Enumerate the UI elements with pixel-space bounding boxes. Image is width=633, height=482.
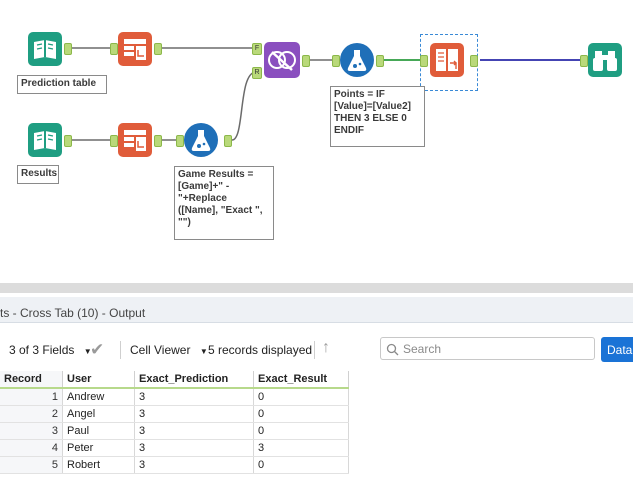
record-cell: 1	[0, 388, 63, 406]
table-header-row: Record User Exact_Prediction Exact_Resul…	[0, 371, 349, 389]
toolbar-separator	[314, 341, 315, 359]
output-anchor[interactable]	[154, 135, 162, 147]
records-displayed: 5 records displayed	[208, 343, 313, 357]
output-anchor[interactable]	[302, 55, 310, 67]
data-button[interactable]: Data	[601, 337, 633, 362]
input-data-tool-prediction[interactable]	[28, 32, 62, 66]
search-input[interactable]: Search	[380, 337, 595, 360]
column-header-exact-prediction[interactable]: Exact_Prediction	[134, 371, 254, 389]
join-right-anchor[interactable]: R	[252, 67, 262, 79]
cell-viewer-selector[interactable]: Cell Viewer ▼	[130, 343, 208, 357]
input-anchor[interactable]	[110, 135, 118, 147]
workflow-canvas[interactable]: F R Prediction table Results Game Result…	[0, 0, 633, 283]
output-anchor[interactable]	[470, 55, 478, 67]
formula-tool-2[interactable]	[340, 43, 374, 77]
results-title-text: ts - Cross Tab (10) - Output	[0, 306, 146, 320]
results-window-title: ts - Cross Tab (10) - Output	[0, 297, 633, 323]
exact-prediction-cell[interactable]: 3	[134, 456, 254, 474]
record-cell: 3	[0, 422, 63, 440]
table-row[interactable]: 3 Paul 3 0	[0, 422, 349, 440]
column-header-user[interactable]: User	[62, 371, 135, 389]
connection-formula1-join[interactable]	[231, 71, 257, 141]
user-cell[interactable]: Robert	[62, 456, 135, 474]
pane-divider[interactable]	[0, 283, 633, 293]
data-button-label: Data	[607, 343, 633, 357]
output-anchor[interactable]	[376, 55, 384, 67]
user-cell[interactable]: Peter	[62, 439, 135, 457]
select-tool-1[interactable]	[118, 32, 152, 66]
formula-tool-1[interactable]	[184, 123, 218, 157]
results-table[interactable]: Record User Exact_Prediction Exact_Resul…	[0, 371, 349, 474]
column-header-record[interactable]: Record	[0, 371, 63, 389]
record-cell: 5	[0, 456, 63, 474]
table-row[interactable]: 2 Angel 3 0	[0, 405, 349, 423]
input-data-tool-results[interactable]	[28, 123, 62, 157]
join-left-anchor[interactable]: F	[252, 43, 262, 55]
input-anchor[interactable]	[420, 55, 428, 67]
cross-tab-icon	[430, 43, 464, 77]
toolbar-separator	[120, 341, 121, 359]
book-icon	[28, 32, 62, 66]
input-anchor[interactable]	[176, 135, 184, 147]
input-anchor[interactable]	[332, 55, 340, 67]
flask-icon	[184, 123, 218, 157]
checkmark-icon[interactable]: ✔	[90, 340, 104, 360]
table-row[interactable]: 5 Robert 3 0	[0, 456, 349, 474]
output-anchor[interactable]	[224, 135, 232, 147]
user-cell[interactable]: Andrew	[62, 388, 135, 406]
record-cell: 4	[0, 439, 63, 457]
exact-prediction-cell[interactable]: 3	[134, 388, 254, 406]
fields-selector[interactable]: 3 of 3 Fields ▼	[9, 343, 92, 357]
input-anchor[interactable]	[580, 55, 588, 67]
annotation-results: Results	[17, 165, 59, 184]
cross-tab-tool[interactable]	[430, 43, 464, 77]
exact-prediction-cell[interactable]: 3	[134, 422, 254, 440]
fields-selector-label: 3 of 3 Fields	[9, 343, 75, 357]
record-cell: 2	[0, 405, 63, 423]
book-icon	[28, 123, 62, 157]
exact-result-cell[interactable]: 0	[253, 456, 349, 474]
output-anchor[interactable]	[64, 43, 72, 55]
cell-viewer-label: Cell Viewer	[130, 343, 191, 357]
select-columns-icon	[118, 123, 152, 157]
exact-prediction-cell[interactable]: 3	[134, 405, 254, 423]
table-row[interactable]: 4 Peter 3 3	[0, 439, 349, 457]
search-icon	[386, 343, 399, 356]
user-cell[interactable]: Paul	[62, 422, 135, 440]
annotation-points: Points = IF [Value]=[Value2] THEN 3 ELSE…	[330, 86, 425, 147]
arrow-up-icon[interactable]: ↑	[322, 339, 330, 357]
column-header-exact-result[interactable]: Exact_Result	[253, 371, 349, 389]
flask-icon	[340, 43, 374, 77]
annotation-game-results: Game Results = [Game]+" - "+Replace ([Na…	[174, 166, 274, 240]
exact-prediction-cell[interactable]: 3	[134, 439, 254, 457]
output-anchor[interactable]	[154, 43, 162, 55]
join-tool[interactable]	[264, 42, 300, 78]
select-tool-2[interactable]	[118, 123, 152, 157]
table-row[interactable]: 1 Andrew 3 0	[0, 388, 349, 406]
input-anchor[interactable]	[110, 43, 118, 55]
search-placeholder: Search	[403, 342, 442, 356]
exact-result-cell[interactable]: 0	[253, 422, 349, 440]
browse-tool[interactable]	[588, 43, 622, 77]
binoculars-icon	[588, 43, 622, 77]
output-anchor[interactable]	[64, 135, 72, 147]
caret-down-icon: ▼	[199, 347, 208, 356]
select-columns-icon	[118, 32, 152, 66]
exact-result-cell[interactable]: 0	[253, 405, 349, 423]
join-icon	[264, 42, 300, 78]
user-cell[interactable]: Angel	[62, 405, 135, 423]
connections-layer	[72, 47, 584, 141]
annotation-prediction-table: Prediction table	[17, 75, 107, 94]
exact-result-cell[interactable]: 3	[253, 439, 349, 457]
exact-result-cell[interactable]: 0	[253, 388, 349, 406]
